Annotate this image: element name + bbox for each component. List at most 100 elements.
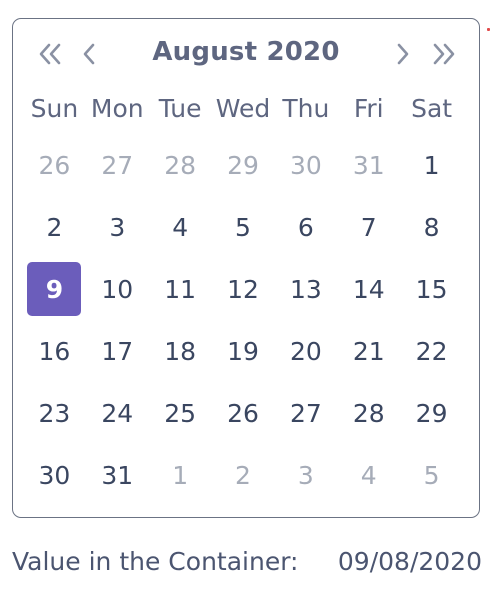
- day-cell[interactable]: 19: [212, 320, 275, 382]
- day-cell-other-month[interactable]: 30: [274, 134, 337, 196]
- day-cell[interactable]: 10: [86, 258, 149, 320]
- calendar-header: August 2020: [13, 19, 479, 91]
- day-number: 28: [164, 150, 197, 180]
- day-cell[interactable]: 2: [23, 196, 86, 258]
- day-cell[interactable]: 18: [149, 320, 212, 382]
- next-year-button[interactable]: [427, 39, 461, 69]
- day-cell[interactable]: 21: [337, 320, 400, 382]
- day-number: 17: [101, 336, 134, 366]
- day-cell[interactable]: 5: [212, 196, 275, 258]
- day-cell-other-month[interactable]: 27: [86, 134, 149, 196]
- day-number: 2: [235, 460, 251, 490]
- value-display: Value in the Container: 09/08/2020: [12, 540, 482, 584]
- day-number: 13: [289, 274, 322, 304]
- day-cell[interactable]: 24: [86, 382, 149, 444]
- week-row: 2 3 4 5 6 7 8: [23, 196, 463, 258]
- day-cell[interactable]: 11: [149, 258, 212, 320]
- day-number: 10: [101, 274, 134, 304]
- day-cell[interactable]: 29: [400, 382, 463, 444]
- day-cell[interactable]: 4: [149, 196, 212, 258]
- day-cell-other-month[interactable]: 2: [212, 444, 275, 506]
- weekday-label: Sun: [30, 94, 79, 123]
- weekday-label: Thu: [282, 94, 330, 123]
- day-number: 5: [235, 212, 251, 242]
- week-row: 26 27 28 29 30 31 1: [23, 134, 463, 196]
- day-cell-other-month[interactable]: 28: [149, 134, 212, 196]
- day-cell[interactable]: 22: [400, 320, 463, 382]
- day-number: 2: [46, 212, 63, 242]
- day-cell[interactable]: 14: [337, 258, 400, 320]
- day-number: 12: [227, 274, 259, 304]
- corner-marker: [487, 28, 490, 31]
- day-number: 6: [297, 212, 314, 242]
- day-number: 31: [352, 150, 385, 180]
- day-number: 29: [415, 398, 448, 428]
- value-label: Value in the Container:: [12, 547, 299, 576]
- day-cell[interactable]: 30: [23, 444, 86, 506]
- week-row: 16 17 18 19 20 21 22: [23, 320, 463, 382]
- day-number: 9: [27, 262, 82, 316]
- day-number: 8: [423, 212, 440, 242]
- day-cell-other-month[interactable]: 4: [337, 444, 400, 506]
- day-number: 7: [360, 212, 377, 242]
- day-number: 3: [297, 460, 314, 490]
- day-number: 20: [289, 336, 322, 366]
- day-cell[interactable]: 13: [274, 258, 337, 320]
- day-cell[interactable]: 7: [337, 196, 400, 258]
- day-number: 1: [172, 460, 189, 490]
- weekday-label: Tue: [158, 94, 202, 123]
- weekday-label: Sat: [411, 94, 453, 123]
- day-number: 29: [227, 150, 259, 180]
- day-number: 27: [289, 398, 322, 428]
- day-cell[interactable]: 6: [274, 196, 337, 258]
- day-number: 24: [101, 398, 134, 428]
- day-cell[interactable]: 28: [337, 382, 400, 444]
- day-number: 4: [172, 212, 189, 242]
- day-number: 28: [352, 398, 385, 428]
- day-number: 21: [352, 336, 385, 366]
- day-number: 18: [164, 336, 197, 366]
- day-cell-other-month[interactable]: 5: [400, 444, 463, 506]
- day-cell-other-month[interactable]: 29: [212, 134, 275, 196]
- day-cell[interactable]: 12: [212, 258, 275, 320]
- day-cell[interactable]: 1: [400, 134, 463, 196]
- day-number: 3: [109, 212, 126, 242]
- next-month-button[interactable]: [391, 39, 415, 69]
- week-row: 9 10 11 12 13 14 15: [23, 258, 463, 320]
- day-cell[interactable]: 3: [86, 196, 149, 258]
- day-cell[interactable]: 23: [23, 382, 86, 444]
- day-cell-selected[interactable]: 9: [23, 258, 86, 320]
- day-cell-other-month[interactable]: 1: [149, 444, 212, 506]
- day-number: 30: [38, 460, 71, 490]
- value-text: 09/08/2020: [337, 547, 482, 576]
- day-number: 4: [360, 460, 377, 490]
- day-cell-other-month[interactable]: 3: [274, 444, 337, 506]
- day-number: 16: [38, 336, 71, 366]
- day-number: 23: [38, 398, 71, 428]
- day-cell[interactable]: 15: [400, 258, 463, 320]
- double-chevron-right-icon: [433, 43, 455, 65]
- day-cell-other-month[interactable]: 26: [23, 134, 86, 196]
- day-cell[interactable]: 27: [274, 382, 337, 444]
- day-cell[interactable]: 17: [86, 320, 149, 382]
- week-row: 23 24 25 26 27 28 29: [23, 382, 463, 444]
- day-cell[interactable]: 25: [149, 382, 212, 444]
- day-number: 5: [423, 460, 440, 490]
- day-cell-other-month[interactable]: 31: [337, 134, 400, 196]
- day-number: 22: [415, 336, 448, 366]
- day-number: 14: [352, 274, 385, 304]
- day-cell[interactable]: 31: [86, 444, 149, 506]
- day-number: 31: [101, 460, 134, 490]
- weekday-label: Wed: [215, 94, 271, 123]
- day-grid: 26 27 28 29 30 31 1 2 3 4 5 6 7 8 9 10 11 12 13 14 15 16 17 18 1…: [23, 134, 463, 506]
- day-number: 11: [164, 274, 197, 304]
- day-number: 25: [164, 398, 197, 428]
- day-cell[interactable]: 16: [23, 320, 86, 382]
- day-cell[interactable]: 8: [400, 196, 463, 258]
- day-number: 27: [101, 150, 134, 180]
- calendar: August 2020 Sun Mon Tue Wed Thu Fri Sat …: [12, 18, 480, 518]
- day-number: 15: [415, 274, 448, 304]
- day-cell[interactable]: 20: [274, 320, 337, 382]
- day-cell[interactable]: 26: [212, 382, 275, 444]
- weekday-label: Mon: [90, 94, 144, 123]
